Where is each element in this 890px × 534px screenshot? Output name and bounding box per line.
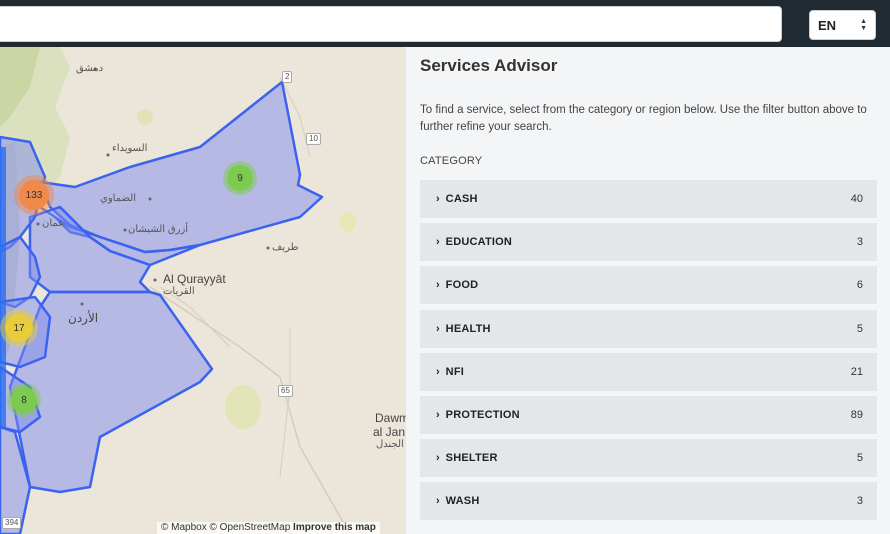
- chevron-right-icon: ›: [436, 236, 440, 249]
- category-name: HEALTH: [445, 322, 491, 335]
- category-name: EDUCATION: [445, 236, 513, 249]
- map-canvas[interactable]: [0, 47, 406, 534]
- chevron-right-icon: ›: [436, 452, 440, 465]
- attribution-osm[interactable]: © OpenStreetMap: [210, 522, 291, 533]
- chevron-right-icon: ›: [436, 279, 440, 292]
- search-input[interactable]: [0, 6, 782, 42]
- category-item-education[interactable]: › EDUCATION 3: [420, 223, 877, 262]
- category-item-wash[interactable]: › WASH 3: [420, 482, 877, 521]
- top-bar: EN ▲ ▼: [0, 0, 890, 47]
- category-item-food[interactable]: › FOOD 6: [420, 266, 877, 305]
- category-count: 5: [856, 322, 863, 335]
- category-item-health[interactable]: › HEALTH 5: [420, 309, 877, 348]
- chevron-right-icon: ›: [436, 495, 440, 508]
- map-label-dawm-1: Dawm: [375, 411, 406, 425]
- cluster-marker[interactable]: 9: [223, 161, 257, 195]
- road-number: 65: [278, 385, 293, 397]
- category-item-cash[interactable]: › CASH 40: [420, 180, 877, 218]
- category-name: NFI: [445, 365, 464, 378]
- cluster-count: 17: [13, 322, 25, 334]
- category-count: 6: [856, 279, 863, 292]
- cluster-count: 8: [21, 394, 27, 406]
- services-panel: Services Advisor To find a service, sele…: [406, 47, 890, 534]
- map-view[interactable]: 2 10 65 394 دمشق السويداء الضماوي عمان أ…: [0, 47, 406, 534]
- category-count: 5: [856, 452, 863, 465]
- map-label-tarif: طريف: [272, 242, 299, 253]
- category-heading: CATEGORY: [420, 155, 483, 167]
- cluster-count: 133: [25, 189, 43, 201]
- map-attribution: © Mapbox © OpenStreetMap Improve this ma…: [157, 522, 380, 534]
- category-count: 3: [856, 495, 863, 508]
- language-value: EN: [818, 17, 837, 33]
- map-label-suwayda: السويداء: [112, 143, 148, 154]
- category-name: CASH: [445, 193, 478, 205]
- cluster-marker[interactable]: 8: [7, 383, 41, 417]
- chevron-right-icon: ›: [436, 408, 440, 421]
- category-count: 21: [850, 365, 863, 378]
- cluster-count: 9: [237, 172, 243, 184]
- select-arrows-icon: ▲ ▼: [860, 18, 867, 32]
- category-count: 3: [856, 236, 863, 249]
- map-label-qurayyat-ar: القريات: [163, 286, 195, 297]
- chevron-right-icon: ›: [436, 193, 440, 205]
- category-name: WASH: [445, 495, 480, 508]
- page-title: Services Advisor: [420, 56, 558, 75]
- road-number: 2: [282, 71, 293, 83]
- chevron-right-icon: ›: [436, 365, 440, 378]
- attribution-mapbox[interactable]: © Mapbox: [161, 522, 207, 533]
- category-name: SHELTER: [445, 452, 498, 465]
- category-list: › CASH 40 › EDUCATION 3 › FOOD 6 › HEALTH 5 …: [420, 180, 877, 526]
- category-count: 40: [850, 193, 863, 205]
- improve-map-link[interactable]: Improve this map: [293, 522, 376, 533]
- cluster-marker[interactable]: 133: [14, 175, 54, 215]
- map-label-dhiyaa: الضماوي: [100, 193, 136, 204]
- category-item-shelter[interactable]: › SHELTER 5: [420, 439, 877, 478]
- map-label-dawm-2: al Jan: [373, 425, 406, 439]
- category-item-protection[interactable]: › PROTECTION 89: [420, 395, 877, 434]
- chevron-right-icon: ›: [436, 322, 440, 335]
- language-select[interactable]: EN ▲ ▼: [809, 10, 876, 40]
- map-label-dawm-ar: الجندل: [376, 439, 404, 450]
- road-number: 10: [306, 133, 321, 145]
- map-label-damascus: دمشق: [76, 63, 104, 74]
- map-label-azraq: أزرق الشيشان: [128, 224, 189, 235]
- category-count: 89: [850, 408, 863, 421]
- cluster-marker[interactable]: 17: [0, 309, 38, 347]
- category-name: FOOD: [445, 279, 479, 292]
- map-label-qurayyat-en: Al Qurayyāt: [163, 272, 226, 286]
- map-label-amman: عمان: [42, 218, 65, 229]
- intro-text: To find a service, select from the categ…: [420, 104, 867, 133]
- category-name: PROTECTION: [445, 408, 520, 421]
- map-label-jordan: الأردن: [68, 311, 99, 325]
- category-item-nfi[interactable]: › NFI 21: [420, 352, 877, 391]
- road-number: 394: [2, 517, 22, 529]
